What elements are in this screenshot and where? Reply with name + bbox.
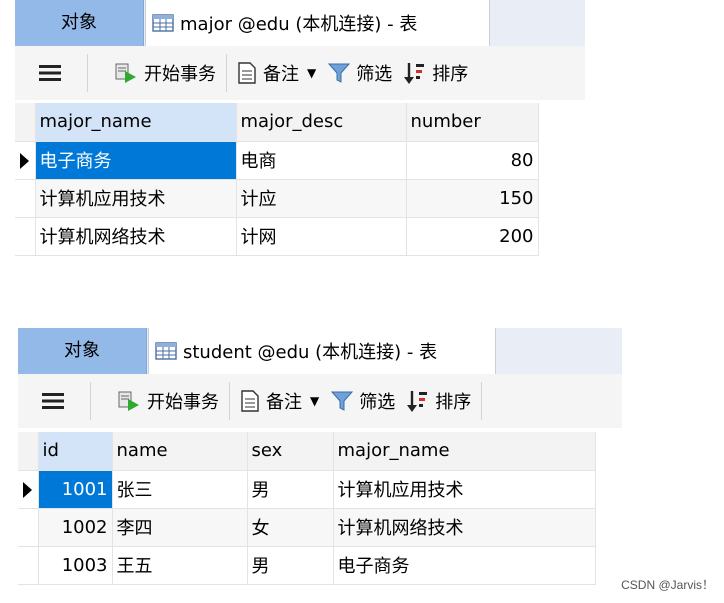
column-header[interactable]: id (38, 432, 113, 471)
current-row-icon (20, 152, 30, 169)
table-cell[interactable]: 计应 (236, 179, 407, 218)
header-row: id name sex major_name (18, 432, 596, 471)
table-cell[interactable]: 计算机应用技术 (35, 179, 237, 218)
chevron-down-icon[interactable]: ▼ (307, 66, 316, 80)
table-cell[interactable]: 电子商务 (35, 141, 237, 180)
table-cell[interactable]: 电商 (236, 141, 407, 180)
table-icon (155, 342, 177, 360)
filter-icon (328, 63, 351, 83)
current-row-icon (23, 481, 33, 498)
row-gutter[interactable] (15, 179, 36, 218)
table-cell[interactable]: 男 (247, 546, 334, 585)
menu-button[interactable] (18, 374, 86, 428)
sort-button[interactable]: 排序 (401, 374, 477, 428)
toolbar: 开始事务 备注 ▼ 筛选 排序 (15, 46, 585, 100)
filter-icon (331, 391, 354, 411)
transaction-icon (118, 391, 139, 411)
begin-transaction-button[interactable]: 开始事务 (92, 46, 222, 100)
filter-label: 筛选 (356, 64, 393, 85)
table-cell[interactable]: 电子商务 (333, 546, 596, 585)
student-table-panel: 对象 student @edu (本机连接) - 表 开始事务 备注 ▼ 筛选 … (18, 328, 622, 590)
row-gutter-header (15, 103, 36, 142)
notes-label: 备注 (266, 392, 302, 413)
table-cell[interactable]: 男 (247, 470, 334, 509)
chevron-down-icon[interactable]: ▼ (310, 394, 319, 408)
notes-button[interactable]: 备注 ▼ (231, 46, 322, 100)
toolbar-divider (226, 54, 227, 92)
toolbar-divider (90, 382, 91, 420)
toolbar-divider (87, 54, 88, 92)
row-gutter-header (18, 432, 39, 471)
table-row[interactable]: 计算机应用技术 计应 150 (15, 179, 539, 218)
tab-bar: 对象 major @edu (本机连接) - 表 (15, 0, 585, 47)
column-header[interactable]: major_name (35, 103, 237, 142)
watermark: CSDN @Jarvis！ (621, 578, 714, 592)
table-cell[interactable]: 1002 (38, 508, 113, 547)
toolbar-divider (481, 382, 483, 420)
begin-transaction-button[interactable]: 开始事务 (95, 374, 225, 428)
table-cell[interactable]: 1003 (38, 546, 113, 585)
table-cell[interactable]: 计算机网络技术 (333, 508, 596, 547)
filter-button[interactable]: 筛选 (322, 46, 398, 100)
sort-label: 排序 (432, 64, 469, 85)
sort-button[interactable]: 排序 (398, 46, 474, 100)
tab-objects[interactable]: 对象 (18, 328, 147, 374)
notes-icon (241, 390, 259, 412)
notes-button[interactable]: 备注 ▼ (234, 374, 325, 428)
column-header[interactable]: major_desc (236, 103, 407, 142)
table-cell[interactable]: 张三 (112, 470, 248, 509)
toolbar-divider (229, 382, 230, 420)
table-icon (152, 14, 174, 32)
row-gutter[interactable] (15, 217, 36, 256)
table-cell[interactable]: 王五 (112, 546, 248, 585)
filter-button[interactable]: 筛选 (325, 374, 401, 428)
major-table-panel: 对象 major @edu (本机连接) - 表 开始事务 备注 ▼ 筛选 排序… (15, 0, 585, 272)
table-cell[interactable]: 150 (406, 179, 539, 218)
tab-title: major @edu (本机连接) - 表 (180, 14, 418, 35)
tab-major-table[interactable]: major @edu (本机连接) - 表 (145, 0, 490, 46)
hamburger-icon (39, 65, 61, 81)
sort-icon (404, 63, 425, 84)
table-cell[interactable]: 女 (247, 508, 334, 547)
column-header[interactable]: major_name (333, 432, 596, 471)
header-row: major_name major_desc number (15, 103, 539, 142)
sort-icon (407, 391, 428, 412)
table-cell[interactable]: 200 (406, 217, 539, 256)
data-grid: id name sex major_name 1001 张三 男 计算机应用技术… (18, 432, 596, 585)
table-cell[interactable]: 计网 (236, 217, 407, 256)
tab-bar: 对象 student @edu (本机连接) - 表 (18, 328, 622, 375)
column-header[interactable]: name (112, 432, 248, 471)
table-cell[interactable]: 计算机网络技术 (35, 217, 237, 256)
menu-button[interactable] (15, 46, 83, 100)
table-cell[interactable]: 80 (406, 141, 539, 180)
table-cell[interactable]: 1001 (38, 470, 113, 509)
row-gutter[interactable] (15, 141, 36, 180)
table-cell[interactable]: 计算机应用技术 (333, 470, 596, 509)
transaction-icon (115, 63, 136, 83)
table-row[interactable]: 1002 李四 女 计算机网络技术 (18, 508, 596, 547)
tab-objects[interactable]: 对象 (15, 0, 144, 46)
row-gutter[interactable] (18, 546, 39, 585)
table-cell[interactable]: 李四 (112, 508, 248, 547)
table-row[interactable]: 电子商务 电商 80 (15, 141, 539, 180)
column-header[interactable]: sex (247, 432, 334, 471)
begin-transaction-label: 开始事务 (144, 64, 216, 85)
table-row[interactable]: 计算机网络技术 计网 200 (15, 217, 539, 256)
row-gutter[interactable] (18, 470, 39, 509)
table-row[interactable]: 1001 张三 男 计算机应用技术 (18, 470, 596, 509)
notes-label: 备注 (263, 64, 299, 85)
notes-icon (238, 62, 256, 84)
row-gutter[interactable] (18, 508, 39, 547)
toolbar: 开始事务 备注 ▼ 筛选 排序 (18, 374, 622, 428)
tab-title: student @edu (本机连接) - 表 (183, 342, 438, 363)
tab-student-table[interactable]: student @edu (本机连接) - 表 (148, 328, 496, 374)
data-grid: major_name major_desc number 电子商务 电商 80 … (15, 103, 539, 256)
begin-transaction-label: 开始事务 (147, 392, 219, 413)
column-header[interactable]: number (406, 103, 539, 142)
hamburger-icon (42, 393, 64, 409)
filter-label: 筛选 (359, 392, 396, 413)
sort-label: 排序 (435, 392, 472, 413)
table-row[interactable]: 1003 王五 男 电子商务 (18, 546, 596, 585)
